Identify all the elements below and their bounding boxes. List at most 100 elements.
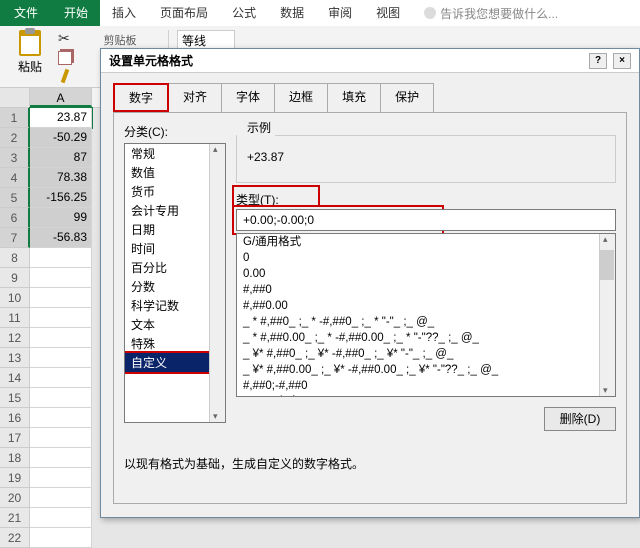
cell[interactable] — [30, 408, 92, 428]
row-header[interactable]: 20 — [0, 488, 30, 508]
row-header[interactable]: 8 — [0, 248, 30, 268]
cell[interactable]: 99 — [30, 208, 92, 228]
cell[interactable]: 87 — [30, 148, 92, 168]
tab-file[interactable]: 文件 — [0, 0, 52, 26]
cell[interactable] — [30, 288, 92, 308]
row-header[interactable]: 13 — [0, 348, 30, 368]
dlg-tab-font[interactable]: 字体 — [221, 83, 275, 112]
dialog-tablist: 数字 对齐 字体 边框 填充 保护 — [101, 73, 639, 112]
select-all-corner[interactable] — [0, 88, 30, 107]
type-list-item[interactable]: 0 — [237, 250, 615, 266]
tab-insert[interactable]: 插入 — [100, 0, 148, 26]
col-header-a[interactable]: A — [30, 88, 92, 107]
row-header[interactable]: 5 — [0, 188, 30, 208]
type-list[interactable]: G/通用格式00.00#,##0#,##0.00_ * #,##0_ ;_ * … — [236, 233, 616, 397]
dialog-title-text: 设置单元格格式 — [109, 52, 193, 69]
cell[interactable] — [30, 248, 92, 268]
cell[interactable] — [30, 468, 92, 488]
cell[interactable] — [30, 488, 92, 508]
row-header[interactable]: 4 — [0, 168, 30, 188]
font-name: 等线 — [182, 32, 206, 49]
row-header[interactable]: 22 — [0, 528, 30, 548]
sample-box: 示例 +23.87 — [236, 127, 616, 183]
cut-icon[interactable]: ✂ — [58, 30, 72, 47]
row-header[interactable]: 1 — [0, 108, 30, 128]
hint-text: 以现有格式为基础，生成自定义的数字格式。 — [124, 455, 364, 472]
type-list-item[interactable]: _ ¥* #,##0_ ;_ ¥* -#,##0_ ;_ ¥* "-"_ ;_ … — [237, 346, 615, 362]
ribbon-tabs: 文件 开始 插入 页面布局 公式 数据 审阅 视图 告诉我您想要做什么... — [0, 0, 640, 26]
row-header[interactable]: 10 — [0, 288, 30, 308]
category-list[interactable]: 常规数值货币会计专用日期时间百分比分数科学记数文本特殊自定义 — [124, 143, 226, 423]
row-header[interactable]: 18 — [0, 448, 30, 468]
dlg-tab-alignment[interactable]: 对齐 — [168, 83, 222, 112]
dlg-tab-border[interactable]: 边框 — [274, 83, 328, 112]
type-input[interactable] — [236, 209, 616, 231]
tell-me-label: 告诉我您想要做什么... — [440, 5, 558, 22]
row-header[interactable]: 19 — [0, 468, 30, 488]
tab-review[interactable]: 审阅 — [316, 0, 364, 26]
sample-value: +23.87 — [237, 144, 615, 170]
tell-me-search[interactable]: 告诉我您想要做什么... — [412, 0, 570, 26]
cell[interactable]: -50.29 — [30, 128, 92, 148]
dialog-titlebar[interactable]: 设置单元格格式 ? × — [101, 49, 639, 73]
cell[interactable] — [30, 388, 92, 408]
copy-icon[interactable] — [58, 51, 72, 65]
cell[interactable] — [30, 308, 92, 328]
font-dropdown[interactable]: 等线 — [177, 30, 235, 50]
cell[interactable] — [30, 448, 92, 468]
dlg-tab-fill[interactable]: 填充 — [327, 83, 381, 112]
row-header[interactable]: 6 — [0, 208, 30, 228]
cell[interactable] — [30, 528, 92, 548]
cell[interactable] — [30, 348, 92, 368]
table-row: 22 — [0, 528, 640, 548]
row-header[interactable]: 7 — [0, 228, 30, 248]
tab-data[interactable]: 数据 — [268, 0, 316, 26]
dlg-tab-number[interactable]: 数字 — [113, 83, 169, 112]
row-header[interactable]: 14 — [0, 368, 30, 388]
dialog-body: 分类(C): 常规数值货币会计专用日期时间百分比分数科学记数文本特殊自定义 示例… — [113, 112, 627, 504]
format-cells-dialog: 设置单元格格式 ? × 数字 对齐 字体 边框 填充 保护 分类(C): 常规数… — [100, 48, 640, 518]
cell[interactable] — [30, 368, 92, 388]
tab-view[interactable]: 视图 — [364, 0, 412, 26]
cell[interactable]: 78.38 — [30, 168, 92, 188]
category-scrollbar[interactable] — [209, 144, 225, 422]
clipboard-group-label: 剪贴板 — [104, 32, 137, 48]
format-painter-icon[interactable] — [61, 69, 70, 84]
row-header[interactable]: 21 — [0, 508, 30, 528]
cell[interactable]: -56.83 — [30, 228, 92, 248]
paste-button[interactable]: 粘贴 — [18, 30, 42, 75]
row-header[interactable]: 3 — [0, 148, 30, 168]
type-list-scroll-thumb[interactable] — [600, 250, 614, 280]
row-header[interactable]: 2 — [0, 128, 30, 148]
row-header[interactable]: 17 — [0, 428, 30, 448]
delete-button[interactable]: 删除(D) — [544, 407, 616, 431]
type-list-item[interactable]: _ ¥* #,##0.00_ ;_ ¥* -#,##0.00_ ;_ ¥* "-… — [237, 362, 615, 378]
type-list-item[interactable]: _ * #,##0_ ;_ * -#,##0_ ;_ * "-"_ ;_ @_ — [237, 314, 615, 330]
sample-label: 示例 — [243, 119, 275, 136]
row-header[interactable]: 9 — [0, 268, 30, 288]
cell[interactable] — [30, 428, 92, 448]
row-header[interactable]: 15 — [0, 388, 30, 408]
type-list-item[interactable]: #,##0 — [237, 282, 615, 298]
type-list-item[interactable]: 0.00 — [237, 266, 615, 282]
type-list-item[interactable]: _ * #,##0.00_ ;_ * -#,##0.00_ ;_ * "-"??… — [237, 330, 615, 346]
cell[interactable] — [30, 328, 92, 348]
cell[interactable]: -156.25 — [30, 188, 92, 208]
dialog-help-button[interactable]: ? — [589, 53, 607, 69]
dlg-tab-protection[interactable]: 保护 — [380, 83, 434, 112]
bulb-icon — [424, 7, 436, 19]
tab-page-layout[interactable]: 页面布局 — [148, 0, 220, 26]
cell[interactable] — [30, 268, 92, 288]
tab-home[interactable]: 开始 — [52, 0, 100, 26]
row-header[interactable]: 16 — [0, 408, 30, 428]
tab-formulas[interactable]: 公式 — [220, 0, 268, 26]
type-list-item[interactable]: #,##0;-#,##0 — [237, 378, 615, 394]
cell[interactable] — [30, 508, 92, 528]
row-header[interactable]: 11 — [0, 308, 30, 328]
row-header[interactable]: 12 — [0, 328, 30, 348]
dialog-close-button[interactable]: × — [613, 53, 631, 69]
type-list-item[interactable]: #,##0.00 — [237, 298, 615, 314]
type-list-item[interactable]: G/通用格式 — [237, 234, 615, 250]
type-list-item[interactable]: #,##0;[红色]-#,##0 — [237, 394, 615, 397]
cell[interactable]: 23.87 — [30, 108, 92, 128]
